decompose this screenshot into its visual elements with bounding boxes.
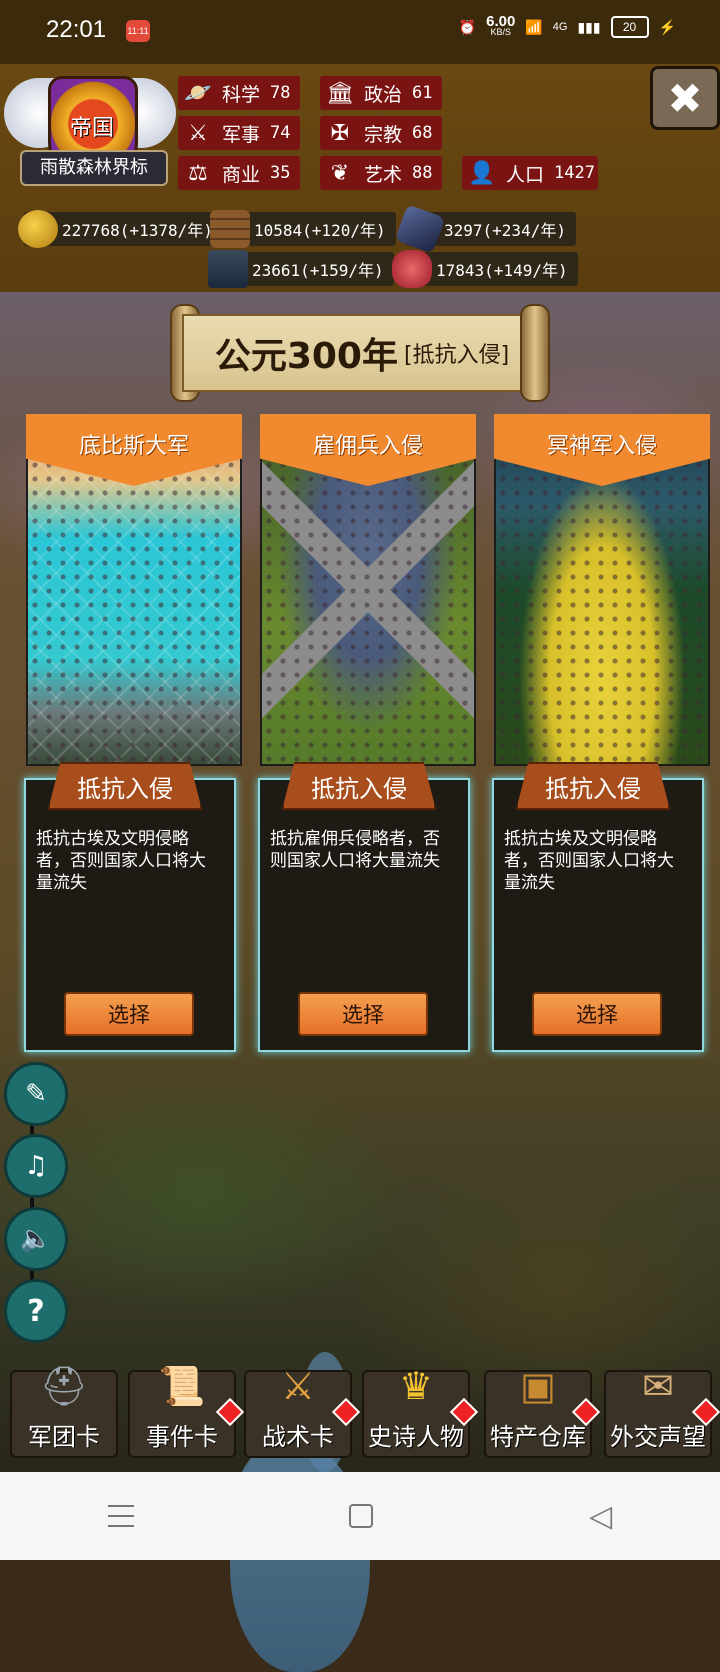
select-button[interactable]: 选择 <box>298 992 428 1036</box>
nav-tactic-cards[interactable]: ⚔ 战术卡 <box>244 1364 361 1458</box>
kingdom-name: 雨散森林界标 <box>20 150 168 186</box>
help-button[interactable]: ? <box>4 1279 68 1343</box>
system-nav-bar: ◁ <box>0 1472 720 1560</box>
music-off-icon: ♫ <box>24 1151 48 1181</box>
resource-wood: 10584(+120/年) <box>210 210 396 248</box>
back-icon[interactable]: ◁ <box>589 1499 612 1534</box>
nav-label: 战术卡 <box>262 1423 334 1451</box>
iron-ingot-icon <box>208 250 248 288</box>
card-tag: 抵抗入侵 <box>516 762 670 810</box>
card-description: 抵抗古埃及文明侵略者，否则国家人口将大量流失 <box>504 829 674 893</box>
wood-logs-icon <box>210 210 250 248</box>
menu-icon[interactable] <box>107 1505 134 1527</box>
status-bar: 22:01 11:11 ⏰ 6.00 KB/S 📶 4G ▮▮▮ 20 ⚡ <box>0 0 720 64</box>
card-description: 抵抗雇佣兵侵略者，否则国家人口将大量流失 <box>270 829 440 871</box>
book-quill-icon: ✎ <box>25 1079 47 1109</box>
battery-icon: 20 <box>610 16 649 38</box>
scroll-icon: 📜 <box>158 1363 206 1408</box>
nav-label: 事件卡 <box>146 1423 218 1451</box>
resource-gold: 227768(+1378/年) <box>18 210 223 248</box>
crossed-swords-icon: ⚔ <box>188 120 208 146</box>
meat-icon <box>392 250 432 288</box>
stat-military: ⚔ 军事 74 <box>178 116 300 150</box>
nav-specialty-warehouse[interactable]: ▣ 特产仓库 <box>484 1364 601 1458</box>
speaker-icon: 🔈 <box>19 1224 53 1254</box>
resource-iron: 23661(+159/年) <box>208 250 394 288</box>
status-icons: ⏰ 6.00 KB/S 📶 4G ▮▮▮ 20 ⚡ <box>458 13 676 38</box>
person-icon: 👤 <box>468 160 496 186</box>
art-icon: ❦ <box>330 160 350 186</box>
book-quill-button[interactable]: ✎ <box>4 1062 68 1126</box>
stat-population: 👤 人口 1427 <box>462 156 598 190</box>
network-speed: 6.00 KB/S <box>486 13 516 37</box>
close-button[interactable]: ✖ <box>650 66 720 130</box>
card-description-box: 抵抗古埃及文明侵略者，否则国家人口将大量流失 选择 <box>24 778 236 1052</box>
notification-icon: 11:11 <box>126 20 150 42</box>
building-icon: 🏛 <box>326 80 354 106</box>
stat-science: 🪐 科学 78 <box>178 76 300 110</box>
nav-label: 特产仓库 <box>490 1423 586 1451</box>
shield-swords-icon: ⚔ <box>280 1364 316 1408</box>
kingdom-stats-panel: 帝国 雨散森林界标 🪐 科学 78 🏛 政治 61 ⚔ 军事 74 ✠ 宗教 6… <box>0 64 720 295</box>
card-tag: 抵抗入侵 <box>282 762 436 810</box>
envelope-icon: ✉ <box>642 1364 674 1408</box>
nav-label: 外交声望 <box>610 1423 706 1451</box>
card-tag: 抵抗入侵 <box>48 762 202 810</box>
select-button[interactable]: 选择 <box>64 992 194 1036</box>
stone-icon <box>394 204 446 254</box>
year-title: 公元300年 <box>214 336 398 377</box>
network-type: 4G <box>552 21 568 33</box>
status-time: 22:01 <box>46 16 107 43</box>
scales-icon: ⚖ <box>188 160 208 186</box>
nav-label: 史诗人物 <box>368 1423 464 1451</box>
bottom-nav: ⛑ 军团卡 📜 事件卡 ⚔ 战术卡 ♛ 史诗人物 ▣ 特产仓库 ✉ 外交声望 <box>0 1360 720 1468</box>
emblem-title: 帝国 <box>69 116 114 141</box>
select-button[interactable]: 选择 <box>532 992 662 1036</box>
helmet-icon: ⛑ <box>39 1363 89 1408</box>
holy-cross-icon: ✠ <box>330 120 350 146</box>
gold-coins-icon <box>18 210 58 248</box>
alarm-icon: ⏰ <box>458 18 477 35</box>
nav-legion-cards[interactable]: ⛑ 军团卡 <box>10 1364 118 1458</box>
charging-icon: ⚡ <box>658 18 676 35</box>
chest-icon: ▣ <box>520 1364 556 1408</box>
stat-religion: ✠ 宗教 68 <box>320 116 442 150</box>
stat-art: ❦ 艺术 88 <box>320 156 442 190</box>
card-description-box: 抵抗古埃及文明侵略者，否则国家人口将大量流失 选择 <box>492 778 704 1052</box>
planet-icon: 🪐 <box>184 80 212 106</box>
crown-icon: ♛ <box>398 1364 434 1408</box>
year-scroll: 公元300年 [抵抗入侵] <box>170 304 550 402</box>
sound-toggle-button[interactable]: 🔈 <box>4 1207 68 1271</box>
card-description: 抵抗古埃及文明侵略者，否则国家人口将大量流失 <box>36 829 206 893</box>
wifi-icon: 📶 <box>525 18 543 35</box>
music-toggle-button[interactable]: ♫ <box>4 1134 68 1198</box>
nav-label: 军团卡 <box>28 1423 100 1451</box>
nav-diplomatic-prestige[interactable]: ✉ 外交声望 <box>604 1364 720 1458</box>
home-icon[interactable] <box>349 1504 374 1528</box>
help-icon: ? <box>27 1293 45 1329</box>
year-subtitle: [抵抗入侵] <box>403 343 510 368</box>
stat-commerce: ⚖ 商业 35 <box>178 156 300 190</box>
scroll-rod-right <box>520 304 550 402</box>
signal-icon: ▮▮▮ <box>577 18 601 35</box>
resource-stone: 3297(+234/年) <box>394 204 576 254</box>
year-banner: 公元300年 [抵抗入侵] <box>182 314 542 392</box>
resource-meat: 17843(+149/年) <box>392 250 578 288</box>
nav-event-cards[interactable]: 📜 事件卡 <box>128 1364 245 1458</box>
card-description-box: 抵抗雇佣兵侵略者，否则国家人口将大量流失 选择 <box>258 778 470 1052</box>
stat-politics: 🏛 政治 61 <box>320 76 442 110</box>
nav-epic-figures[interactable]: ♛ 史诗人物 <box>362 1364 479 1458</box>
